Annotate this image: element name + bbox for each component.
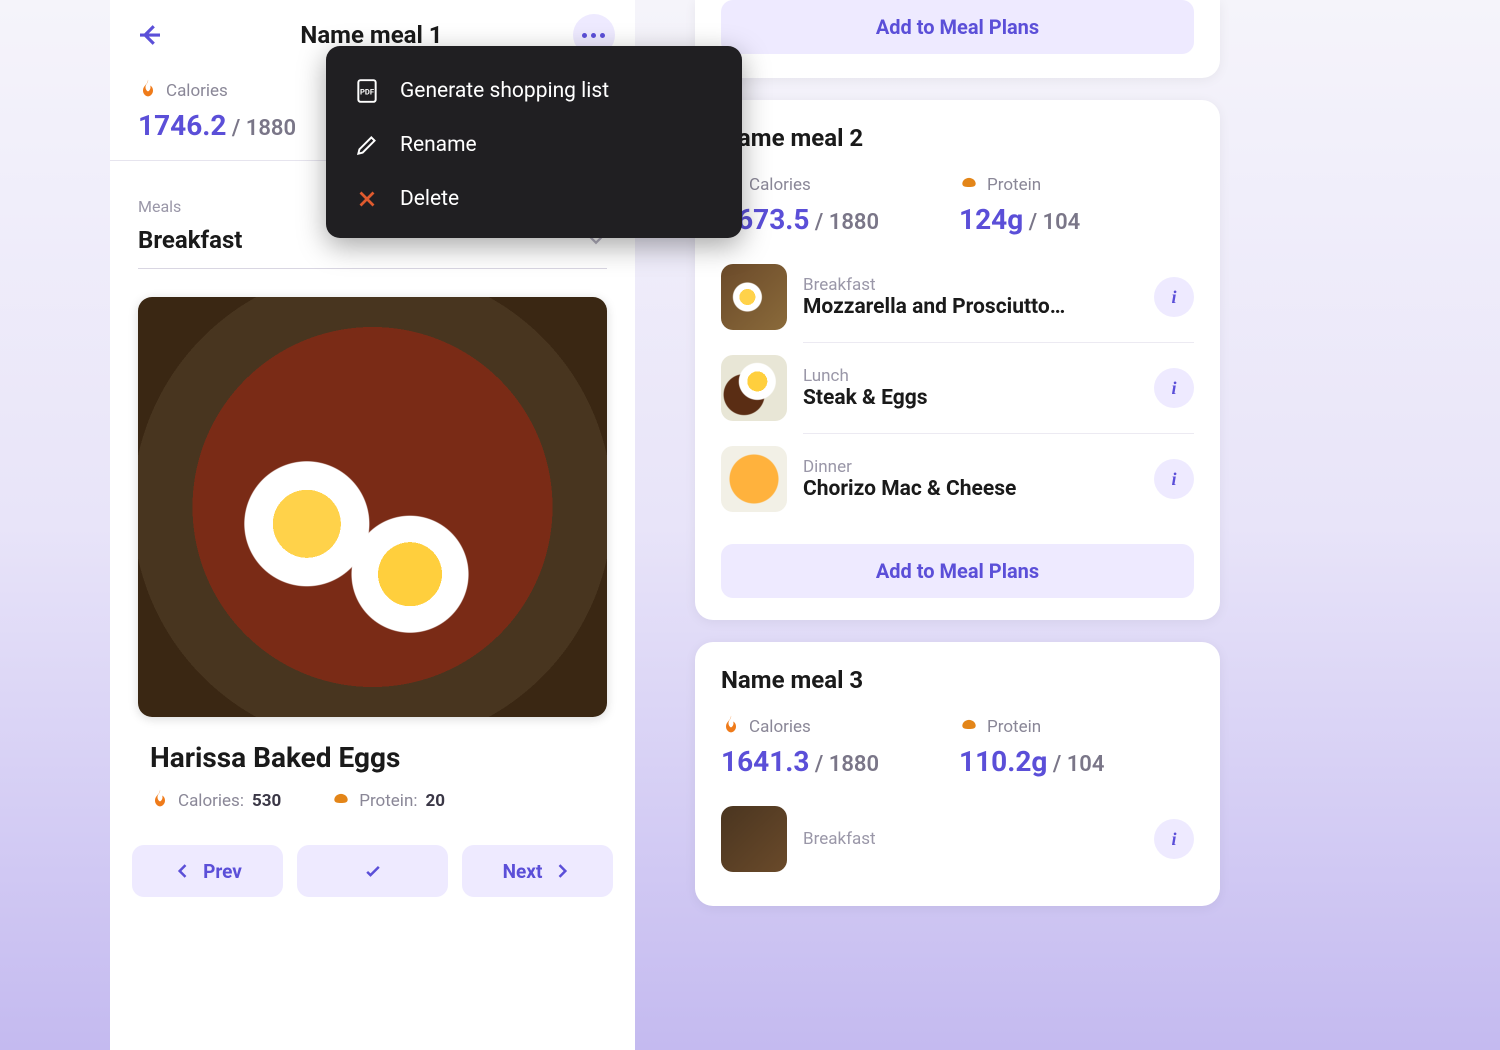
meal-thumbnail [721,446,787,512]
flame-icon [150,788,170,813]
protein-denom: / 104 [1023,210,1080,235]
meal-name: Mozzarella and Prosciutto… [803,295,1138,319]
protein-icon [331,788,351,813]
calories-denom: / 1880 [809,210,879,235]
recipe-pro-value: 20 [425,791,445,811]
recipe-card: Harissa Baked Eggs Calories: 530 Protein… [110,717,635,835]
meal-name: Steak & Eggs [803,386,1138,410]
arrow-left-icon [135,20,165,50]
info-button[interactable]: i [1154,819,1194,859]
flame-icon [138,78,158,103]
meal-plan-card: Name meal 2 Calories 1673.5 / 1880 Prote… [695,100,1220,620]
meal-detail-screen: Name meal 1 Calories 1746.2 / 1880 Meal [110,0,635,1050]
meal-list-item[interactable]: Breakfast Mozzarella and Prosciutto… i [721,252,1194,342]
meal-type-label: Dinner [803,457,1138,477]
calories-stat: Calories 1746.2 / 1880 [138,78,296,142]
info-button[interactable]: i [1154,368,1194,408]
meal-type-label: Breakfast [803,829,1138,849]
meal-type-label: Lunch [803,366,1138,386]
meal-thumbnail [721,355,787,421]
add-to-meal-plans-button[interactable]: Add to Meal Plans [721,0,1194,54]
menu-label: Generate shopping list [400,79,609,103]
protein-denom: / 104 [1047,752,1104,777]
pencil-icon [354,132,380,158]
calories-value: 1746.2 [138,109,226,142]
calories-stat: Calories 1641.3 / 1880 [721,714,879,778]
next-button[interactable]: Next [462,845,613,897]
calories-denom: / 1880 [809,752,879,777]
info-icon: i [1171,287,1176,308]
chevron-left-icon [173,861,193,881]
protein-label: Protein [987,175,1041,195]
meal-plan-card-partial: Add to Meal Plans [695,0,1220,78]
calories-label: Calories [166,81,228,101]
recipe-pro-label: Protein: [359,791,417,811]
confirm-button[interactable] [297,845,448,897]
prev-button[interactable]: Prev [132,845,283,897]
menu-label: Delete [400,187,459,211]
info-button[interactable]: i [1154,277,1194,317]
next-label: Next [503,860,543,883]
card-title: Name meal 2 [721,124,1194,152]
protein-icon [959,714,979,739]
flame-icon [721,714,741,739]
calories-label: Calories [749,175,811,195]
recipe-cal-value: 530 [252,791,281,811]
check-icon [363,861,383,881]
meal-type-value: Breakfast [138,226,242,254]
meal-list-item[interactable]: Lunch Steak & Eggs i [803,342,1194,433]
x-icon [354,186,380,212]
protein-value: 110.2g [959,745,1047,778]
menu-delete[interactable]: Delete [350,172,718,226]
card-title: Name meal 3 [721,666,1194,694]
protein-label: Protein [987,717,1041,737]
menu-label: Rename [400,133,477,157]
meal-list-item[interactable]: Breakfast i [721,794,1194,884]
protein-stat: Protein 124g / 104 [959,172,1080,236]
meal-plan-card: Name meal 3 Calories 1641.3 / 1880 Prote… [695,642,1220,906]
button-label: Add to Meal Plans [876,15,1039,39]
calories-denom: / 1880 [226,116,296,141]
info-button[interactable]: i [1154,459,1194,499]
calories-stat: Calories 1673.5 / 1880 [721,172,879,236]
recipe-title: Harissa Baked Eggs [150,741,595,774]
add-to-meal-plans-button[interactable]: Add to Meal Plans [721,544,1194,598]
meal-name: Chorizo Mac & Cheese [803,477,1138,501]
context-menu: PDF Generate shopping list Rename Delete [326,46,742,238]
recipe-image [138,297,607,717]
protein-stat: Protein 110.2g / 104 [959,714,1104,778]
prev-label: Prev [203,860,242,883]
protein-icon [959,172,979,197]
info-icon: i [1171,469,1176,490]
back-button[interactable] [130,15,170,55]
calories-value: 1641.3 [721,745,809,778]
meal-list-item[interactable]: Dinner Chorizo Mac & Cheese i [803,433,1194,524]
menu-rename[interactable]: Rename [350,118,718,172]
info-icon: i [1171,829,1176,850]
pdf-icon: PDF [354,78,380,104]
meal-type-label: Breakfast [803,275,1138,295]
meal-thumbnail [721,806,787,872]
recipe-cal-label: Calories: [178,791,244,811]
button-label: Add to Meal Plans [876,559,1039,583]
calories-label: Calories [749,717,811,737]
page-title: Name meal 1 [300,21,442,49]
protein-value: 124g [959,203,1023,236]
menu-generate-shopping-list[interactable]: PDF Generate shopping list [350,64,718,118]
info-icon: i [1171,378,1176,399]
svg-text:PDF: PDF [360,87,374,96]
chevron-right-icon [552,861,572,881]
more-icon [582,33,605,38]
meal-thumbnail [721,264,787,330]
